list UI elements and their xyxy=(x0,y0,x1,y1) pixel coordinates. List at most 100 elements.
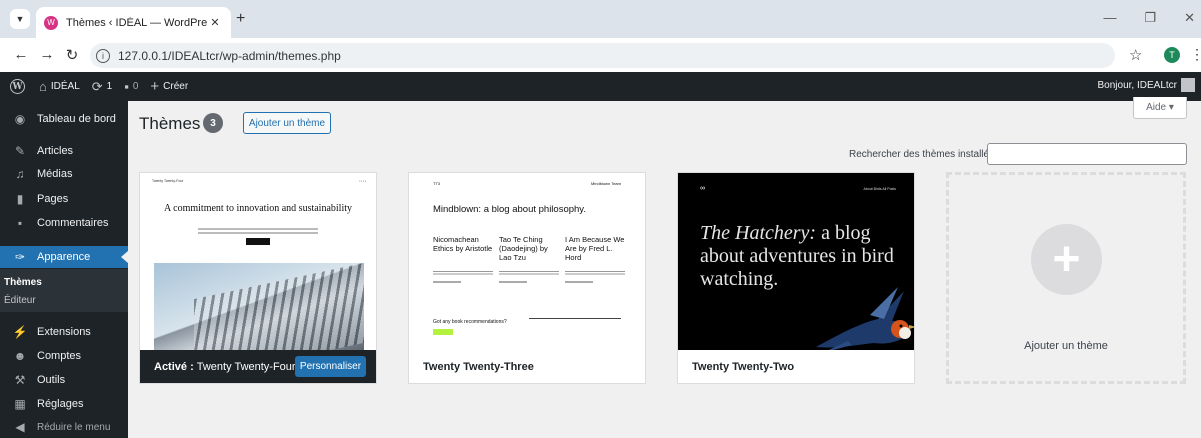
collapse-menu-button[interactable]: ◀ Réduire le menu xyxy=(0,414,128,438)
sidebar-item-appearance[interactable]: ✑ Apparence xyxy=(0,246,128,268)
active-indicator xyxy=(121,251,128,263)
site-name-link[interactable]: ⌂ IDÉAL xyxy=(39,79,80,94)
sidebar-item-comments[interactable]: ▪ Commentaires xyxy=(0,210,128,236)
back-arrow-icon[interactable]: ← xyxy=(12,46,30,63)
sidebar-item-label: Tableau de bord xyxy=(37,113,116,125)
close-window-icon[interactable]: ✕ xyxy=(1184,10,1195,26)
theme-card-twenty-twenty-four[interactable]: Twenty Twenty-Four ▪ ▪ ▪ ▪ A commitment … xyxy=(139,172,377,384)
preview-date xyxy=(499,281,527,283)
preview-button xyxy=(433,329,453,335)
sidebar-item-label: Extensions xyxy=(37,326,91,338)
preview-subtext xyxy=(198,228,318,236)
add-theme-button[interactable]: Ajouter un thème xyxy=(243,112,331,134)
site-info-icon[interactable]: i xyxy=(96,48,110,63)
my-account-link[interactable]: Bonjour, IDEALtcr xyxy=(1098,78,1195,92)
sidebar-item-label: Médias xyxy=(37,168,73,180)
new-content-link[interactable]: + Créer xyxy=(150,78,188,95)
sidebar-item-label: Comptes xyxy=(37,350,82,362)
preview-cta: Got any book recommendations? xyxy=(433,319,507,325)
sidebar-item-label: Pages xyxy=(37,193,69,205)
add-new-theme-card[interactable]: + Ajouter un thème xyxy=(946,172,1186,384)
plus-icon: + xyxy=(1031,224,1102,295)
appearance-icon: ✑ xyxy=(14,250,26,264)
sidebar-item-plugins[interactable]: ⚡ Extensions xyxy=(0,319,128,345)
url-text[interactable]: 127.0.0.1/IDEALtcr/wp-admin/themes.php xyxy=(118,49,341,63)
preview-button xyxy=(246,238,270,245)
preview-post-title: I Am Because We Are by Fred L. Hord xyxy=(565,235,625,262)
tab-close-icon[interactable]: ✕ xyxy=(207,16,223,29)
forward-arrow-icon[interactable]: → xyxy=(38,46,56,63)
preview-excerpt xyxy=(433,271,493,276)
help-button[interactable]: Aide ▾ xyxy=(1133,97,1187,119)
bookmark-star-icon[interactable]: ☆ xyxy=(1129,46,1142,64)
preview-date xyxy=(565,281,593,283)
pages-icon: ▮ xyxy=(16,192,24,206)
preview-site-title: Twenty Twenty-Four xyxy=(152,179,184,183)
sidebar-item-label: Outils xyxy=(37,374,66,386)
site-name: IDÉAL xyxy=(50,81,80,92)
sidebar-item-media[interactable]: ♫ Médias xyxy=(0,161,128,187)
theme-count-badge: 3 xyxy=(203,113,223,133)
restore-icon[interactable]: ❐ xyxy=(1144,10,1156,26)
browser-tab-active[interactable]: W Thèmes ‹ IDÉAL — WordPress ✕ xyxy=(36,7,231,38)
preview-headline: The Hatchery: a blog about adventures in… xyxy=(700,222,910,291)
sidebar-item-tools[interactable]: ⚒ Outils xyxy=(0,367,128,393)
tab-title: Thèmes ‹ IDÉAL — WordPress xyxy=(66,16,207,29)
user-avatar xyxy=(1181,78,1195,92)
active-label: Activé : xyxy=(154,360,194,373)
comments-link[interactable]: ▪ 0 xyxy=(124,79,138,94)
updates-link[interactable]: ⟳ 1 xyxy=(92,79,112,95)
theme-name-bar: Activé : Twenty Twenty-Four Personnalise… xyxy=(140,350,376,383)
preview-excerpt xyxy=(499,271,559,276)
settings-icon: ▦ xyxy=(14,397,26,411)
theme-name-bar: Twenty Twenty-Three xyxy=(409,350,645,383)
sidebar-item-label: Apparence xyxy=(37,251,91,263)
admin-sidebar: ◉ Tableau de bord ✎ Articles ♫ Médias ▮ … xyxy=(0,101,128,438)
updates-count: 1 xyxy=(106,81,113,92)
sidebar-item-label: Commentaires xyxy=(37,217,109,229)
theme-search-input[interactable] xyxy=(987,143,1187,165)
preview-headline-italic: The Hatchery: xyxy=(700,222,817,244)
submenu-item-editor[interactable]: Éditeur xyxy=(4,295,36,306)
preview-post-title: Nicomachean Ethics by Aristotle xyxy=(433,235,493,253)
customize-button[interactable]: Personnaliser xyxy=(295,356,366,377)
wordpress-logo-icon: W xyxy=(10,79,25,94)
comment-bubble-icon: ▪ xyxy=(124,79,129,94)
preview-input-line xyxy=(529,318,621,319)
media-icon: ♫ xyxy=(15,167,25,181)
minimize-icon[interactable]: — xyxy=(1103,10,1116,26)
theme-name: Twenty Twenty-Three xyxy=(423,360,534,373)
new-label: Créer xyxy=(163,81,189,92)
sidebar-item-dashboard[interactable]: ◉ Tableau de bord xyxy=(0,106,128,132)
users-icon: ☻ xyxy=(13,349,27,363)
plugins-icon: ⚡ xyxy=(12,325,28,339)
submenu-item-themes[interactable]: Thèmes xyxy=(4,277,42,288)
sidebar-item-label: Articles xyxy=(37,145,74,157)
plus-icon: + xyxy=(150,78,160,95)
theme-screenshot[interactable]: Twenty Twenty-Four ▪ ▪ ▪ ▪ A commitment … xyxy=(140,173,376,350)
preview-nav: About Birds All Posts xyxy=(863,187,897,191)
wp-admin-bar: W ⌂ IDÉAL ⟳ 1 ▪ 0 + Créer Bonjour, IDEAL… xyxy=(0,72,1201,101)
theme-screenshot[interactable]: ∞ About Birds All Posts The Hatchery: a … xyxy=(678,173,914,350)
theme-screenshot[interactable]: TT3 Mindblown Team Mindblown: a blog abo… xyxy=(409,173,645,350)
sidebar-item-label: Réduire le menu xyxy=(37,421,111,433)
sidebar-item-label: Réglages xyxy=(37,398,84,410)
theme-card-twenty-twenty-three[interactable]: TT3 Mindblown Team Mindblown: a blog abo… xyxy=(408,172,646,384)
collapse-icon: ◀ xyxy=(15,420,25,434)
sidebar-item-users[interactable]: ☻ Comptes xyxy=(0,343,128,369)
profile-avatar[interactable]: T xyxy=(1164,47,1180,63)
theme-card-twenty-twenty-two[interactable]: ∞ About Birds All Posts The Hatchery: a … xyxy=(677,172,915,384)
preview-logo: TT3 xyxy=(433,181,441,186)
comments-count: 0 xyxy=(132,81,139,92)
preview-date xyxy=(433,281,461,283)
tab-search-chevron-icon[interactable]: ▼ xyxy=(10,9,30,29)
address-bar[interactable]: i 127.0.0.1/IDEALtcr/wp-admin/themes.php xyxy=(90,43,1115,68)
browser-menu-icon[interactable]: ⋮ xyxy=(1190,46,1201,63)
preview-post-title: Tao Te Ching (Daodejing) by Lao Tzu xyxy=(499,235,548,262)
swallow-bird-illustration xyxy=(816,287,914,350)
sidebar-item-pages[interactable]: ▮ Pages xyxy=(0,186,128,212)
wp-logo-button[interactable]: W xyxy=(10,79,25,94)
new-tab-plus-icon[interactable]: + xyxy=(236,10,245,28)
reload-icon[interactable]: ↻ xyxy=(63,46,81,64)
dashboard-icon: ◉ xyxy=(14,112,26,126)
